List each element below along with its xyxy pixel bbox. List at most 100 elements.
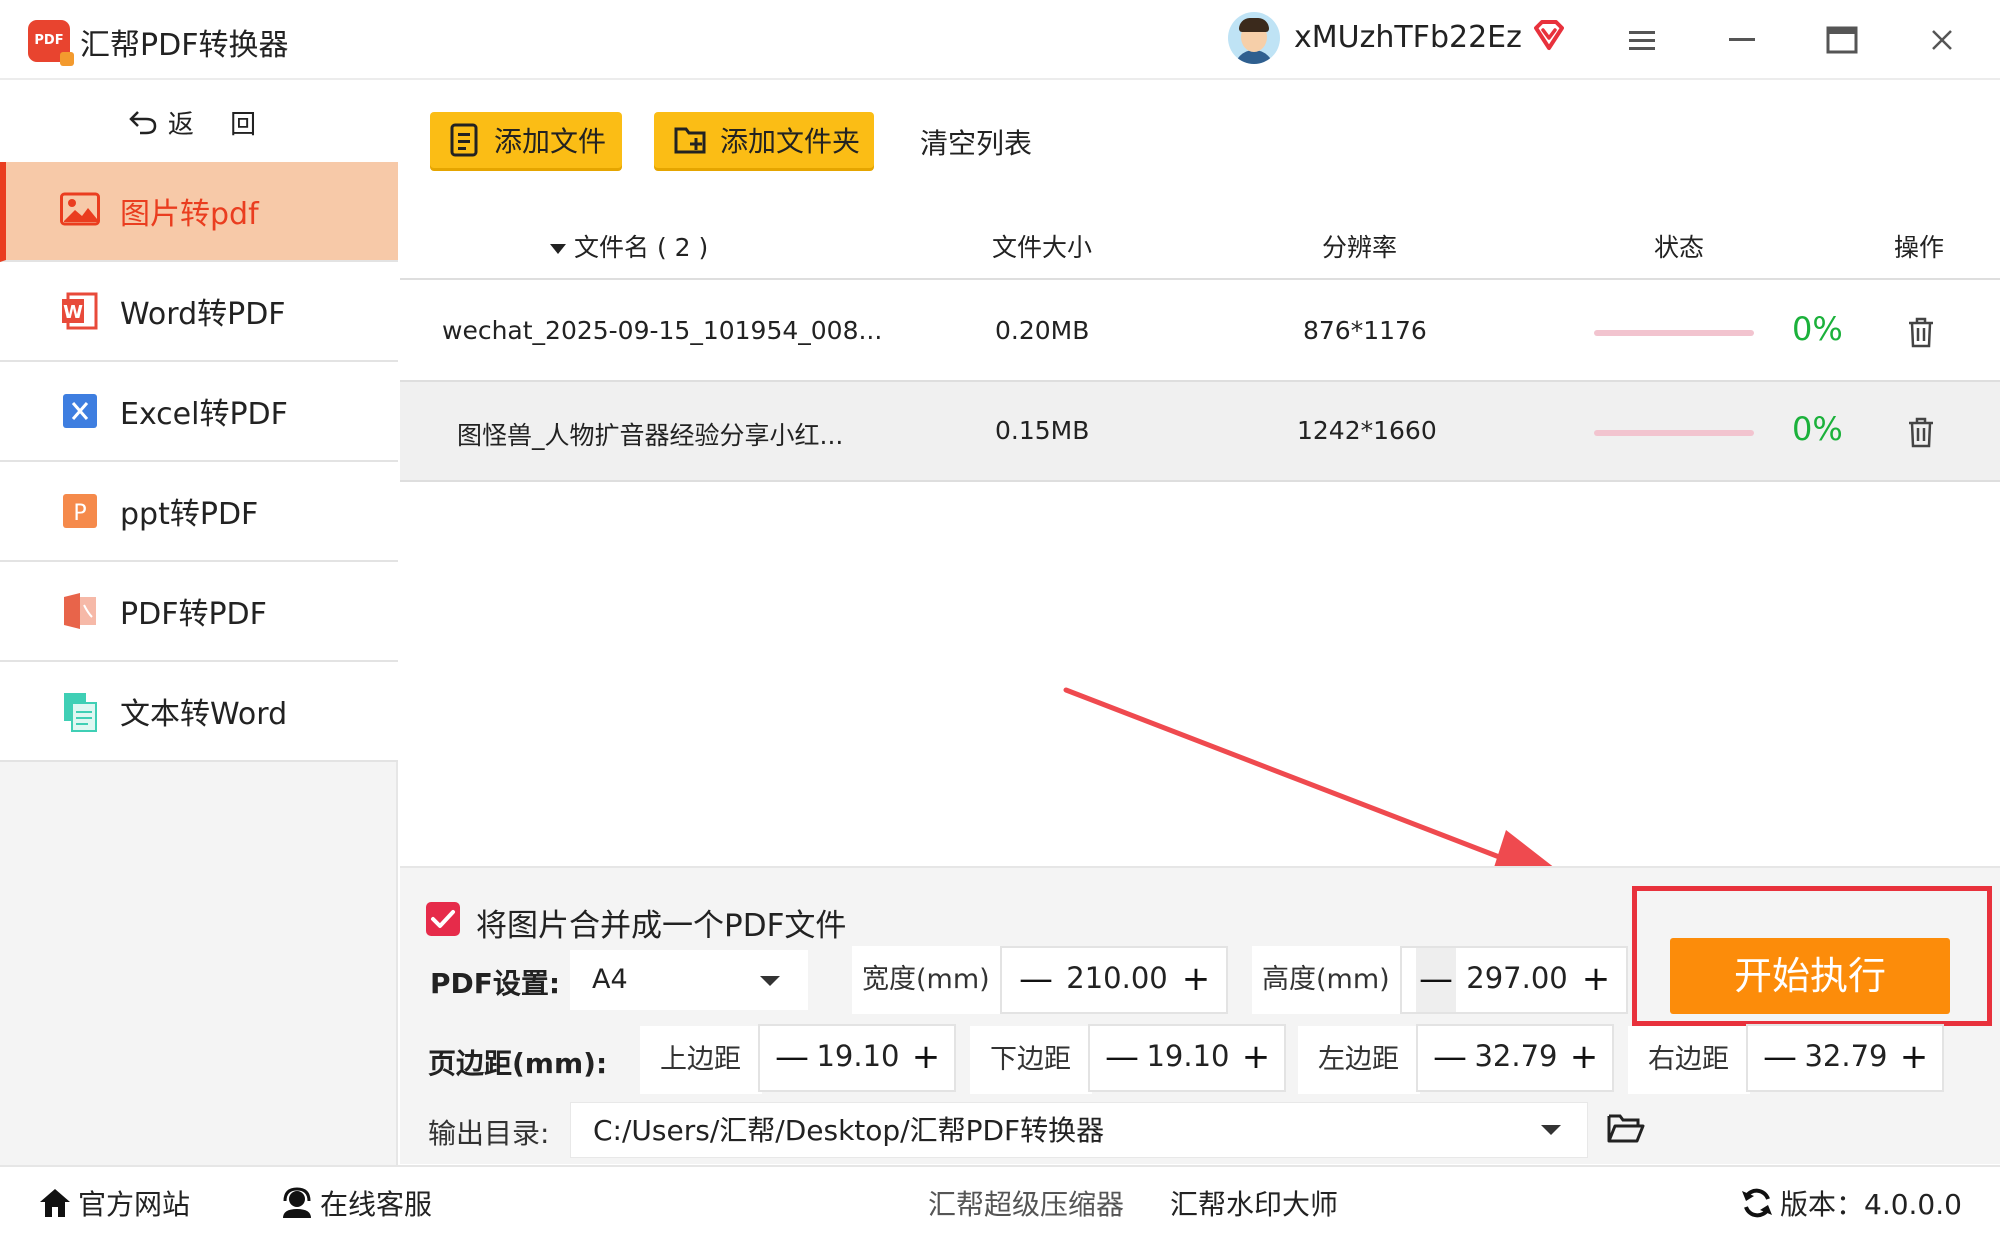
bottom-margin-value[interactable]: 19.10: [1142, 1026, 1234, 1090]
table-row[interactable]: 图怪兽_人物扩音器经验分享小红... 0.15MB 1242*1660 0%: [400, 382, 2000, 482]
sidebar-item-excel-to-pdf[interactable]: Excel转PDF: [0, 362, 398, 462]
back-button[interactable]: 返 回: [0, 82, 398, 162]
sidebar-item-ppt-to-pdf[interactable]: P ppt转PDF: [0, 462, 398, 562]
sidebar-item-word-to-pdf[interactable]: W Word转PDF: [0, 262, 398, 362]
clear-list-button[interactable]: 清空列表: [920, 122, 1032, 162]
progress-percent: 0%: [1792, 310, 1843, 348]
sidebar-item-image-to-pdf[interactable]: 图片转pdf: [0, 162, 398, 262]
start-button[interactable]: 开始执行: [1670, 938, 1950, 1014]
right-margin-value[interactable]: 32.79: [1800, 1026, 1892, 1090]
logo-text: PDF: [34, 33, 64, 48]
sidebar-item-label: 文本转Word: [120, 697, 288, 732]
sidebar-item-label: Word转PDF: [120, 297, 286, 332]
column-action: 操作: [1894, 233, 1945, 262]
add-folder-label: 添加文件夹: [720, 125, 861, 158]
table-header: 文件名 ( 2 ) 文件大小 分辨率 状态 操作: [400, 212, 2000, 280]
merge-label[interactable]: 将图片合并成一个PDF文件: [476, 900, 846, 945]
add-file-icon: [450, 123, 478, 157]
watermark-label: 汇帮水印大师: [1170, 1188, 1339, 1221]
top-margin-increase-button[interactable]: +: [906, 1026, 946, 1090]
right-margin-increase-button[interactable]: +: [1894, 1026, 1934, 1090]
progress-bar: [1594, 330, 1754, 336]
right-margin-label: 右边距: [1628, 1026, 1750, 1094]
version-label: 版本：4.0.0.0: [1780, 1188, 1962, 1221]
progress-bar: [1594, 430, 1754, 436]
width-label: 宽度(mm): [852, 946, 1004, 1014]
support-link[interactable]: 在线客服: [280, 1183, 432, 1223]
trash-icon[interactable]: [1906, 316, 1936, 348]
file-name: wechat_2025-09-15_101954_008...: [442, 316, 883, 345]
app-window: PDF 汇帮PDF转换器 xMUzhTFb22Ez 返 回 图片转pdf W W…: [0, 0, 2000, 1234]
compressor-label: 汇帮超级压缩器: [928, 1188, 1125, 1221]
sidebar-item-pdf-to-pdf[interactable]: PDF转PDF: [0, 562, 398, 662]
page-size-select[interactable]: A4: [570, 950, 808, 1010]
user-avatar[interactable]: [1228, 12, 1280, 64]
merge-checkbox[interactable]: [426, 902, 460, 936]
username[interactable]: xMUzhTFb22Ez: [1294, 20, 1522, 55]
width-increase-button[interactable]: +: [1176, 948, 1216, 1012]
table-row[interactable]: wechat_2025-09-15_101954_008... 0.20MB 8…: [400, 282, 2000, 382]
add-folder-icon: [674, 127, 706, 154]
sidebar-menu: 图片转pdf W Word转PDF Excel转PDF P ppt转PDF PD…: [0, 162, 398, 762]
column-name[interactable]: 文件名 ( 2 ): [550, 228, 708, 264]
website-link[interactable]: 官方网站: [38, 1183, 190, 1223]
left-margin-label: 左边距: [1298, 1026, 1420, 1094]
home-icon: [40, 1189, 70, 1217]
refresh-icon: [1742, 1188, 1772, 1218]
status-bar: 官方网站 在线客服 汇帮超级压缩器 汇帮水印大师 版本：4.0.0.0: [0, 1165, 2000, 1234]
sidebar-item-label: 图片转pdf: [120, 197, 259, 232]
top-margin-label: 上边距: [640, 1026, 762, 1094]
close-icon[interactable]: [1920, 18, 1964, 62]
height-value[interactable]: 297.00: [1462, 948, 1572, 1012]
bottom-margin-decrease-button[interactable]: —: [1102, 1026, 1142, 1090]
file-name: 图怪兽_人物扩音器经验分享小红...: [457, 421, 844, 450]
page-size-value: A4: [592, 964, 628, 995]
vip-diamond-icon[interactable]: [1532, 18, 1566, 52]
left-margin-increase-button[interactable]: +: [1564, 1026, 1604, 1090]
output-label: 输出目录:: [428, 1117, 550, 1150]
sidebar: 返 回 图片转pdf W Word转PDF Excel转PDF P ppt转PD…: [0, 82, 398, 1165]
right-margin-decrease-button[interactable]: —: [1760, 1026, 1800, 1090]
watermark-link[interactable]: 汇帮水印大师: [1170, 1183, 1338, 1223]
folder-open-icon[interactable]: [1606, 1110, 1646, 1146]
bottom-margin-label: 下边距: [970, 1026, 1092, 1094]
top-margin-stepper[interactable]: — 19.10 +: [758, 1024, 956, 1092]
output-path-value: C:/Users/汇帮/Desktop/汇帮PDF转换器: [593, 1114, 1105, 1147]
sidebar-item-text-to-word[interactable]: 文本转Word: [0, 662, 398, 762]
minimize-icon[interactable]: [1720, 18, 1764, 62]
add-file-label: 添加文件: [494, 125, 607, 158]
trash-icon[interactable]: [1906, 416, 1936, 448]
width-decrease-button[interactable]: —: [1016, 948, 1056, 1012]
excel-icon: [60, 391, 100, 431]
svg-text:P: P: [73, 501, 86, 526]
add-file-button[interactable]: 添加文件: [430, 112, 622, 168]
column-status: 状态: [1654, 233, 1705, 262]
left-margin-value[interactable]: 32.79: [1470, 1026, 1562, 1090]
top-margin-decrease-button[interactable]: —: [772, 1026, 812, 1090]
app-title: 汇帮PDF转换器: [80, 28, 289, 63]
svg-text:W: W: [63, 302, 83, 323]
version-info[interactable]: 版本：4.0.0.0: [1740, 1183, 1962, 1223]
height-increase-button[interactable]: +: [1576, 948, 1616, 1012]
height-decrease-button[interactable]: —: [1416, 948, 1456, 1012]
dropdown-caret-icon: [760, 976, 780, 986]
width-value[interactable]: 210.00: [1062, 948, 1172, 1012]
height-stepper[interactable]: — 297.00 +: [1400, 946, 1628, 1014]
output-path-select[interactable]: C:/Users/汇帮/Desktop/汇帮PDF转换器: [570, 1102, 1588, 1158]
column-resolution: 分辨率: [1322, 233, 1398, 262]
top-margin-value[interactable]: 19.10: [812, 1026, 904, 1090]
right-margin-stepper[interactable]: — 32.79 +: [1746, 1024, 1944, 1092]
pdf-icon: [60, 591, 100, 631]
bottom-margin-increase-button[interactable]: +: [1236, 1026, 1276, 1090]
menu-icon[interactable]: [1620, 18, 1664, 62]
image-icon: [60, 191, 100, 231]
maximize-icon[interactable]: [1820, 18, 1864, 62]
file-size: 0.15MB: [995, 416, 1090, 445]
left-margin-decrease-button[interactable]: —: [1430, 1026, 1470, 1090]
width-stepper[interactable]: — 210.00 +: [1000, 946, 1228, 1014]
left-margin-stepper[interactable]: — 32.79 +: [1416, 1024, 1614, 1092]
bottom-margin-stepper[interactable]: — 19.10 +: [1088, 1024, 1286, 1092]
add-folder-button[interactable]: 添加文件夹: [654, 112, 874, 168]
compressor-link[interactable]: 汇帮超级压缩器: [928, 1183, 1124, 1223]
support-label: 在线客服: [320, 1188, 433, 1221]
